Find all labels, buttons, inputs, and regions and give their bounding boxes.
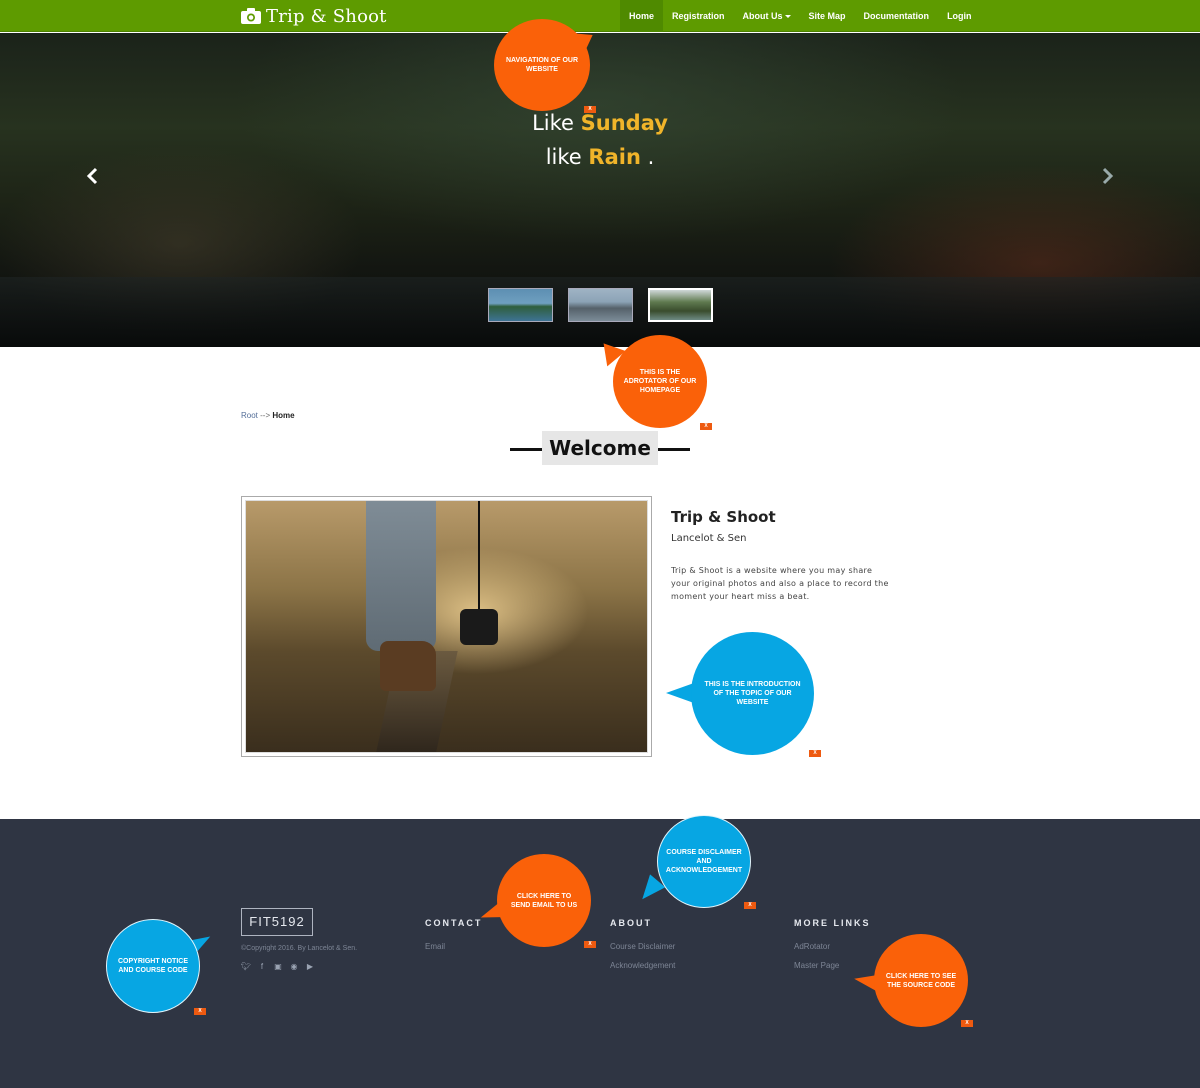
copyright-text: ©Copyright 2016. By Lancelot & Sen. [241, 945, 358, 952]
footer-link-course-disclaimer[interactable]: Course Disclaimer [610, 942, 675, 951]
callout-disclaimer: COURSE DISCLAIMER AND ACKNOWLEDGEMENT [657, 815, 751, 908]
nav-documentation[interactable]: Documentation [855, 0, 939, 32]
caret-down-icon [784, 15, 791, 19]
main-nav: Home Registration About Us Site Map Docu… [620, 0, 981, 32]
course-code-badge: FIT5192 [241, 908, 313, 936]
brand-name: Trip & Shoot [266, 5, 387, 27]
github-icon[interactable]: ◉ [289, 962, 299, 972]
close-icon[interactable]: X [584, 941, 596, 948]
breadcrumb: Root --> Home [241, 411, 295, 420]
carousel-thumbnail[interactable] [488, 288, 553, 322]
breadcrumb-separator: --> [260, 411, 271, 420]
footer-about-title: ABOUT [610, 918, 652, 928]
intro-description: Trip & Shoot is a website where you may … [671, 566, 889, 601]
intro-title: Trip & Shoot [671, 508, 776, 526]
intro-subtitle: Lancelot & Sen [671, 533, 747, 544]
hero-line1-prefix: Like [532, 111, 574, 135]
hero-line2-highlight: Rain [588, 145, 641, 169]
hero-line2-suffix: . [647, 145, 655, 169]
photo-legs [366, 501, 436, 651]
carousel-thumbnails [488, 288, 713, 322]
intro-photo [245, 500, 648, 753]
hero-line1-highlight: Sunday [580, 111, 668, 135]
carousel-thumbnail[interactable] [568, 288, 633, 322]
footer-link-master-page[interactable]: Master Page [794, 961, 839, 970]
nav-login[interactable]: Login [938, 0, 981, 32]
brand-logo[interactable]: Trip & Shoot [240, 4, 387, 28]
breadcrumb-current: Home [272, 411, 295, 420]
welcome-rule-right [658, 448, 690, 451]
footer-more-links-title: MORE LINKS [794, 918, 871, 928]
chevron-right-icon[interactable] [1098, 167, 1116, 185]
twitter-icon[interactable]: 🐦︎ [241, 962, 251, 972]
footer-contact-title: CONTACT [425, 918, 483, 928]
photo-boot [380, 641, 436, 691]
breadcrumb-root[interactable]: Root [241, 411, 258, 420]
photo-strap [478, 501, 480, 611]
close-icon[interactable]: X [961, 1020, 973, 1027]
photo-camera [460, 609, 498, 645]
hero-headline-line2: like Rain . [0, 145, 1200, 169]
close-icon[interactable]: X [194, 1008, 206, 1015]
facebook-icon[interactable]: f [257, 962, 267, 972]
carousel-thumbnail-active[interactable] [648, 288, 713, 322]
close-icon[interactable]: X [809, 750, 821, 757]
chevron-left-icon[interactable] [84, 167, 102, 185]
hero-headline-line1: Like Sunday [0, 111, 1200, 135]
intro-photo-frame [241, 496, 652, 757]
nav-home[interactable]: Home [620, 0, 664, 32]
top-navbar: Trip & Shoot Home Registration About Us … [0, 0, 1200, 32]
callout-copyright: COPYRIGHT NOTICE AND COURSE CODE [106, 919, 200, 1013]
callout-email: CLICK HERE TO SEND EMAIL TO US [497, 854, 591, 947]
hero-carousel: Like Sunday like Rain . [0, 33, 1200, 347]
nav-registration[interactable]: Registration [663, 0, 734, 32]
hero-line2-prefix: like [545, 145, 582, 169]
footer-link-email[interactable]: Email [425, 942, 445, 951]
callout-navigation: NAVIGATION OF OUR WEBSITE [494, 19, 590, 111]
youtube-icon[interactable]: ▶ [305, 962, 315, 972]
callout-adrotator: THIS IS THE ADROTATOR OF OUR HOMEPAGE [613, 335, 707, 428]
welcome-heading: Welcome [542, 431, 658, 465]
callout-source-code: CLICK HERE TO SEE THE SOURCE CODE [874, 934, 968, 1027]
footer-link-acknowledgement[interactable]: Acknowledgement [610, 961, 675, 970]
social-links: 🐦︎ f ▣ ◉ ▶ [241, 962, 315, 972]
callout-tail [666, 683, 694, 703]
close-icon[interactable]: X [584, 106, 596, 113]
footer-link-adrotator[interactable]: AdRotator [794, 942, 830, 951]
nav-site-map[interactable]: Site Map [800, 0, 855, 32]
nav-about-us[interactable]: About Us [734, 0, 800, 32]
instagram-icon[interactable]: ▣ [273, 962, 283, 972]
callout-introduction: THIS IS THE INTRODUCTION OF THE TOPIC OF… [691, 632, 814, 755]
camera-icon [241, 8, 261, 24]
welcome-rule-left [510, 448, 542, 451]
close-icon[interactable]: X [700, 423, 712, 430]
nav-about-us-label: About Us [742, 11, 783, 21]
close-icon[interactable]: X [744, 902, 756, 909]
